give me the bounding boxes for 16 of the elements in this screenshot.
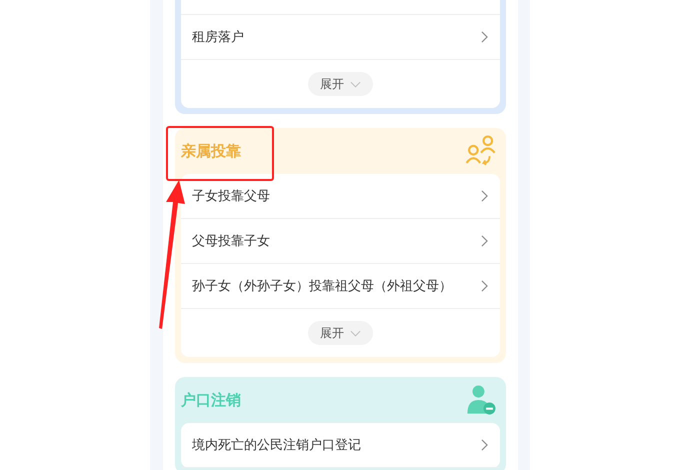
list-item[interactable]: 租房落户 bbox=[181, 15, 500, 60]
caret-icon bbox=[350, 80, 361, 88]
list-item[interactable]: 孙子女（外孙子女）投靠祖父母（外祖父母） bbox=[181, 264, 500, 309]
list-item[interactable]: 父母投靠子女 bbox=[181, 219, 500, 264]
expand-button[interactable]: 展开 bbox=[308, 72, 373, 96]
people-icon bbox=[464, 134, 498, 168]
expand-button[interactable]: 展开 bbox=[308, 321, 373, 345]
caret-icon bbox=[350, 330, 361, 336]
chevron-right-icon bbox=[481, 280, 488, 292]
chevron-right-icon bbox=[481, 439, 488, 451]
chevron-right-icon bbox=[481, 190, 488, 202]
section-title: 亲属投靠 bbox=[181, 142, 241, 160]
section-title: 户口注销 bbox=[181, 390, 241, 410]
list-item[interactable]: 境内死亡的公民注销户口登记 bbox=[181, 423, 500, 468]
chevron-right-icon bbox=[481, 31, 488, 43]
chevron-right-icon bbox=[481, 235, 488, 247]
